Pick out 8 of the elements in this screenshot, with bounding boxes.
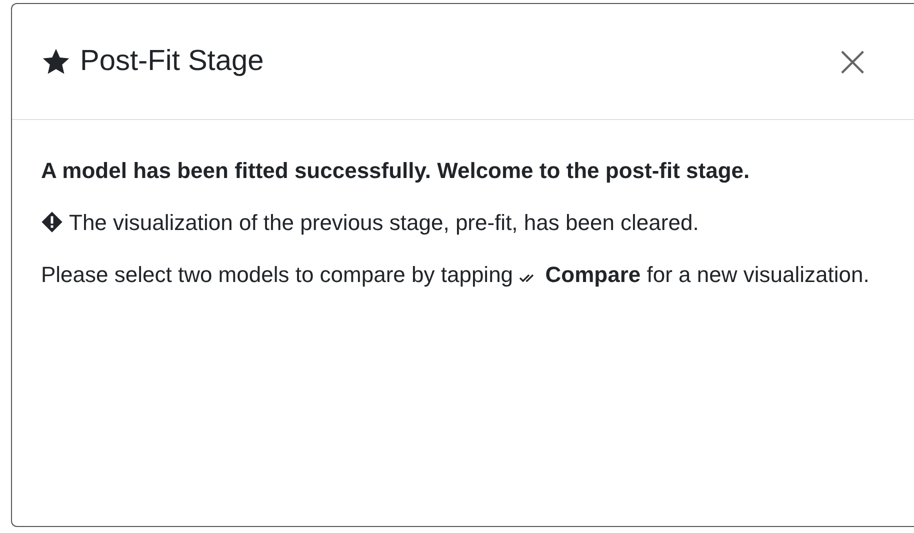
- warning-message: The visualization of the previous stage, pre-fit, has been cleared.: [69, 210, 699, 235]
- success-message: A model has been fitted successfully. Welcome to the post-fit stage.: [41, 157, 751, 185]
- warning-icon: [41, 211, 63, 233]
- close-button[interactable]: ×: [834, 40, 871, 84]
- modal-title: Post-Fit Stage: [80, 45, 264, 78]
- instruction-text: Compare for a new visualization.: [545, 262, 870, 287]
- instruction-text: Please select two models to compare by tapping: [41, 262, 514, 287]
- star-icon: [41, 46, 71, 76]
